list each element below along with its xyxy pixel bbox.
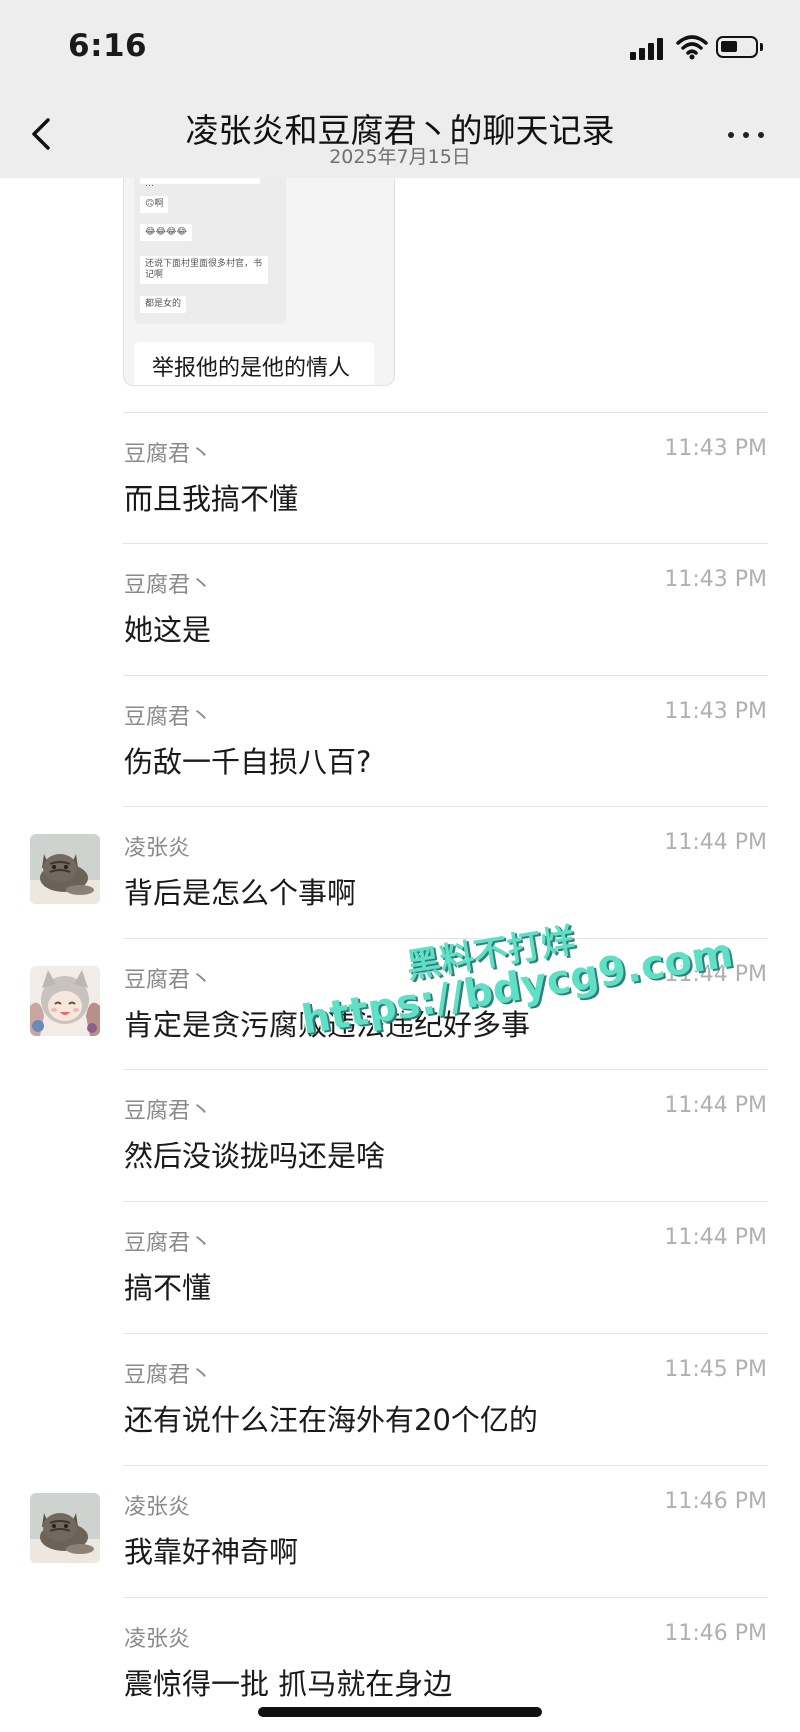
message-row[interactable]: 豆腐君丶 11:44 PM 然后没谈拢吗还是啥 (0, 1069, 800, 1200)
message-text: 搞不懂 (124, 1271, 212, 1305)
message-row[interactable]: 凌张炎 11:44 PM 背后是怎么个事啊 (0, 806, 800, 937)
message-row[interactable]: 豆腐君丶 11:44 PM 肯定是贪污腐败违法违纪好多事 (0, 938, 800, 1069)
message-text: 背后是怎么个事啊 (124, 876, 357, 910)
image-caption: 举报他的是他的情人 (152, 356, 351, 381)
more-options-button[interactable] (722, 120, 770, 148)
message-text: 我靠好神奇啊 (124, 1535, 299, 1569)
message-row[interactable]: 豆腐君丶 11:43 PM 而且我搞不懂 (0, 412, 800, 543)
divider (123, 412, 768, 413)
sender-name: 豆腐君丶 (124, 1363, 213, 1388)
divider (123, 1201, 768, 1202)
cellular-signal-icon (630, 36, 668, 60)
battery-icon (716, 36, 763, 58)
message-time: 11:44 PM (664, 1225, 767, 1250)
back-button[interactable] (24, 110, 64, 160)
divider (123, 1333, 768, 1334)
message-time: 11:44 PM (664, 962, 767, 987)
message-row[interactable]: 豆腐君丶 11:43 PM 她这是 (0, 543, 800, 674)
sender-name: 凌张炎 (124, 836, 191, 861)
thumb-line: 都是女的 (140, 296, 187, 313)
thumb-line: 🙃啊 (140, 196, 169, 213)
message-row[interactable]: 豆腐君丶 11:44 PM 搞不懂 (0, 1201, 800, 1332)
message-text: 还有说什么汪在海外有20个亿的 (124, 1403, 538, 1437)
divider (123, 675, 768, 676)
screenshot-thumbnail[interactable]: … 🙃啊 😂😂😂😂 还说下面村里面很多村官，书记啊 都是女的 (134, 178, 286, 324)
image-message-card[interactable]: … 🙃啊 😂😂😂😂 还说下面村里面很多村官，书记啊 都是女的 举报他的是他的情人 (123, 178, 395, 386)
message-row[interactable]: 豆腐君丶 11:45 PM 还有说什么汪在海外有20个亿的 (0, 1333, 800, 1464)
sender-name: 豆腐君丶 (124, 968, 213, 993)
sender-name: 豆腐君丶 (124, 1099, 213, 1124)
message-row[interactable]: 豆腐君丶 11:43 PM 伤敌一千自损八百? (0, 675, 800, 806)
sender-name: 凌张炎 (124, 1627, 191, 1652)
divider (123, 1465, 768, 1466)
page-subtitle-date: 2025年7月15日 (329, 146, 471, 168)
sender-name: 豆腐君丶 (124, 442, 213, 467)
avatar-cat[interactable] (30, 834, 100, 904)
message-time: 11:46 PM (664, 1621, 767, 1646)
message-text: 伤敌一千自损八百? (124, 745, 372, 779)
sender-name: 凌张炎 (124, 1495, 191, 1520)
avatar-cat[interactable] (30, 1493, 100, 1563)
sender-name: 豆腐君丶 (124, 573, 213, 598)
message-time: 11:43 PM (664, 436, 767, 461)
message-time: 11:44 PM (664, 1093, 767, 1118)
home-indicator[interactable] (258, 1707, 542, 1717)
top-bar: 6:16 凌张炎和豆腐君丶的聊天记录 2025年7月15日 (0, 0, 800, 178)
message-text: 然后没谈拢吗还是啥 (124, 1139, 386, 1173)
avatar-anime-girl[interactable] (30, 966, 100, 1036)
divider (123, 806, 768, 807)
chevron-left-icon (32, 118, 50, 150)
divider (123, 543, 768, 544)
divider (123, 1597, 768, 1598)
sender-name: 豆腐君丶 (124, 705, 213, 730)
message-time: 11:46 PM (664, 1489, 767, 1514)
divider (123, 1069, 768, 1070)
thumb-line: … (140, 178, 260, 189)
sender-name: 豆腐君丶 (124, 1231, 213, 1256)
message-text: 震惊得一批 抓马就在身边 (124, 1667, 453, 1701)
wifi-icon (676, 34, 708, 60)
message-text: 而且我搞不懂 (124, 482, 299, 516)
more-dots-icon (728, 132, 734, 138)
thumb-line: 还说下面村里面很多村官，书记啊 (140, 256, 268, 284)
message-time: 11:43 PM (664, 567, 767, 592)
thumb-line: 😂😂😂😂 (140, 224, 193, 241)
message-text: 肯定是贪污腐败违法违纪好多事 (124, 1008, 531, 1042)
message-time: 11:43 PM (664, 699, 767, 724)
message-time: 11:44 PM (664, 830, 767, 855)
message-row[interactable]: 凌张炎 11:46 PM 我靠好神奇啊 (0, 1465, 800, 1596)
divider (123, 938, 768, 939)
message-time: 11:45 PM (664, 1357, 767, 1382)
message-text: 她这是 (124, 613, 212, 647)
status-time: 6:16 (68, 28, 148, 64)
